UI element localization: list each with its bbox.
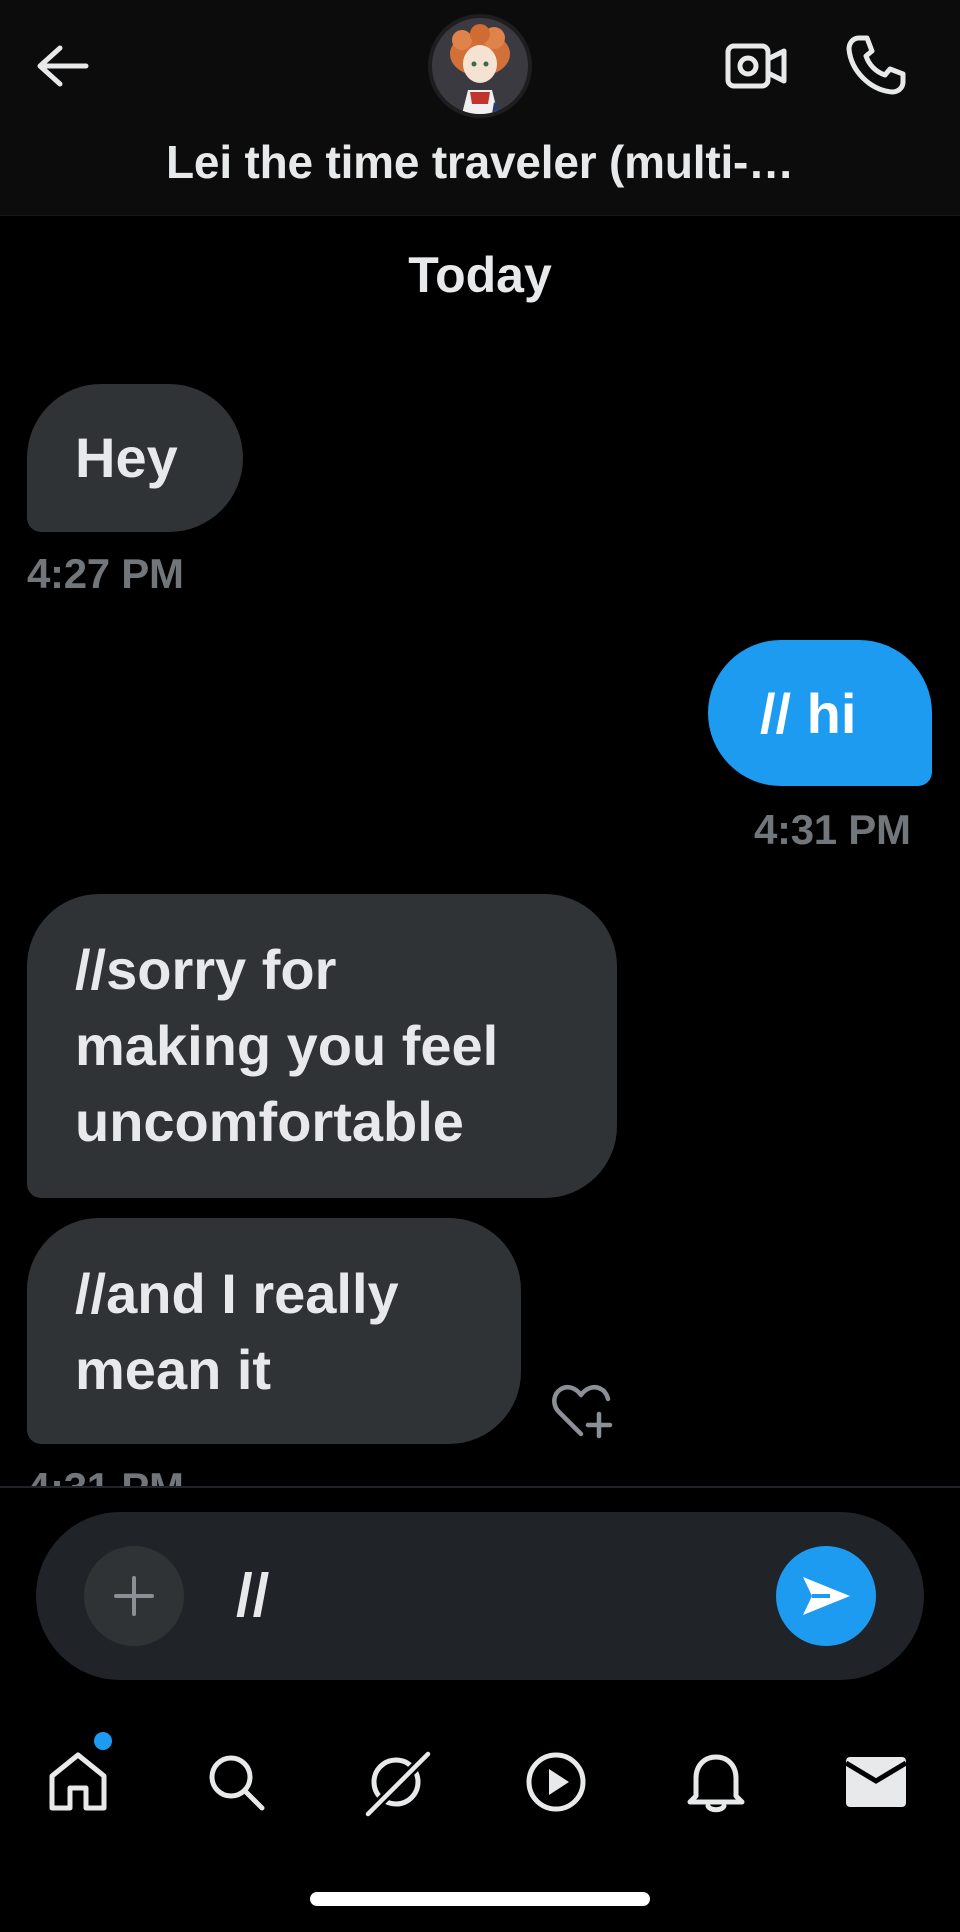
video-camera-icon	[725, 43, 787, 89]
nav-grok[interactable]	[356, 1742, 436, 1822]
message-composer: //	[36, 1512, 924, 1680]
nav-messages[interactable]	[836, 1742, 916, 1822]
nav-home[interactable]	[38, 1742, 118, 1822]
message-input[interactable]: //	[236, 1552, 756, 1640]
message-bubble-outgoing[interactable]: // hi	[708, 640, 932, 786]
video-call-button[interactable]	[720, 34, 792, 98]
video-play-icon	[526, 1752, 586, 1812]
bottom-navigation	[0, 1702, 960, 1932]
home-icon	[49, 1752, 107, 1811]
message-bubble-incoming[interactable]: //sorry for making you feel uncomfortabl…	[27, 894, 617, 1198]
nav-video[interactable]	[516, 1742, 596, 1822]
timestamp-clip: 4:31 PM	[0, 1456, 960, 1486]
message-text-line: mean it	[75, 1338, 272, 1401]
arrow-left-icon	[37, 45, 89, 87]
avatar[interactable]	[428, 14, 532, 118]
conversation-header: Lei the time traveler (multi-…	[0, 0, 960, 216]
grok-icon	[364, 1750, 432, 1818]
voice-call-button[interactable]	[838, 30, 914, 100]
message-timestamp: 4:31 PM	[27, 1464, 184, 1486]
send-button[interactable]	[776, 1546, 876, 1646]
message-timestamp: 4:27 PM	[27, 550, 184, 597]
plus-icon	[114, 1576, 154, 1616]
heart-plus-icon	[552, 1385, 613, 1439]
back-button[interactable]	[30, 38, 94, 94]
send-icon	[803, 1577, 850, 1615]
composer-divider	[0, 1486, 960, 1488]
add-reaction-button[interactable]	[548, 1380, 618, 1444]
message-timestamp: 4:31 PM	[754, 806, 911, 853]
date-separator: Today	[408, 247, 552, 303]
conversation-title[interactable]: Lei the time traveler (multi-…	[80, 135, 880, 189]
message-text: // hi	[760, 682, 857, 745]
message-text-line: //sorry for	[75, 938, 337, 1001]
nav-notifications[interactable]	[676, 1742, 756, 1822]
mail-icon	[844, 1757, 908, 1807]
nav-search[interactable]	[196, 1742, 276, 1822]
message-bubble-incoming[interactable]: //and I really mean it	[27, 1218, 521, 1444]
dm-conversation-screen: Lei the time traveler (multi-… Today Hey…	[0, 0, 960, 1932]
search-icon	[209, 1755, 265, 1811]
message-text-line: uncomfortable	[75, 1090, 464, 1153]
message-bubble-incoming[interactable]: Hey	[27, 384, 243, 532]
message-text: Hey	[75, 426, 178, 489]
add-media-button[interactable]	[84, 1546, 184, 1646]
message-text-line: making you feel	[75, 1014, 499, 1077]
profile-picture	[432, 18, 528, 114]
home-indicator	[310, 1892, 650, 1906]
bell-icon	[687, 1754, 745, 1813]
notification-dot	[94, 1732, 112, 1750]
message-text-line: //and I really	[75, 1262, 399, 1325]
phone-icon	[846, 35, 906, 95]
